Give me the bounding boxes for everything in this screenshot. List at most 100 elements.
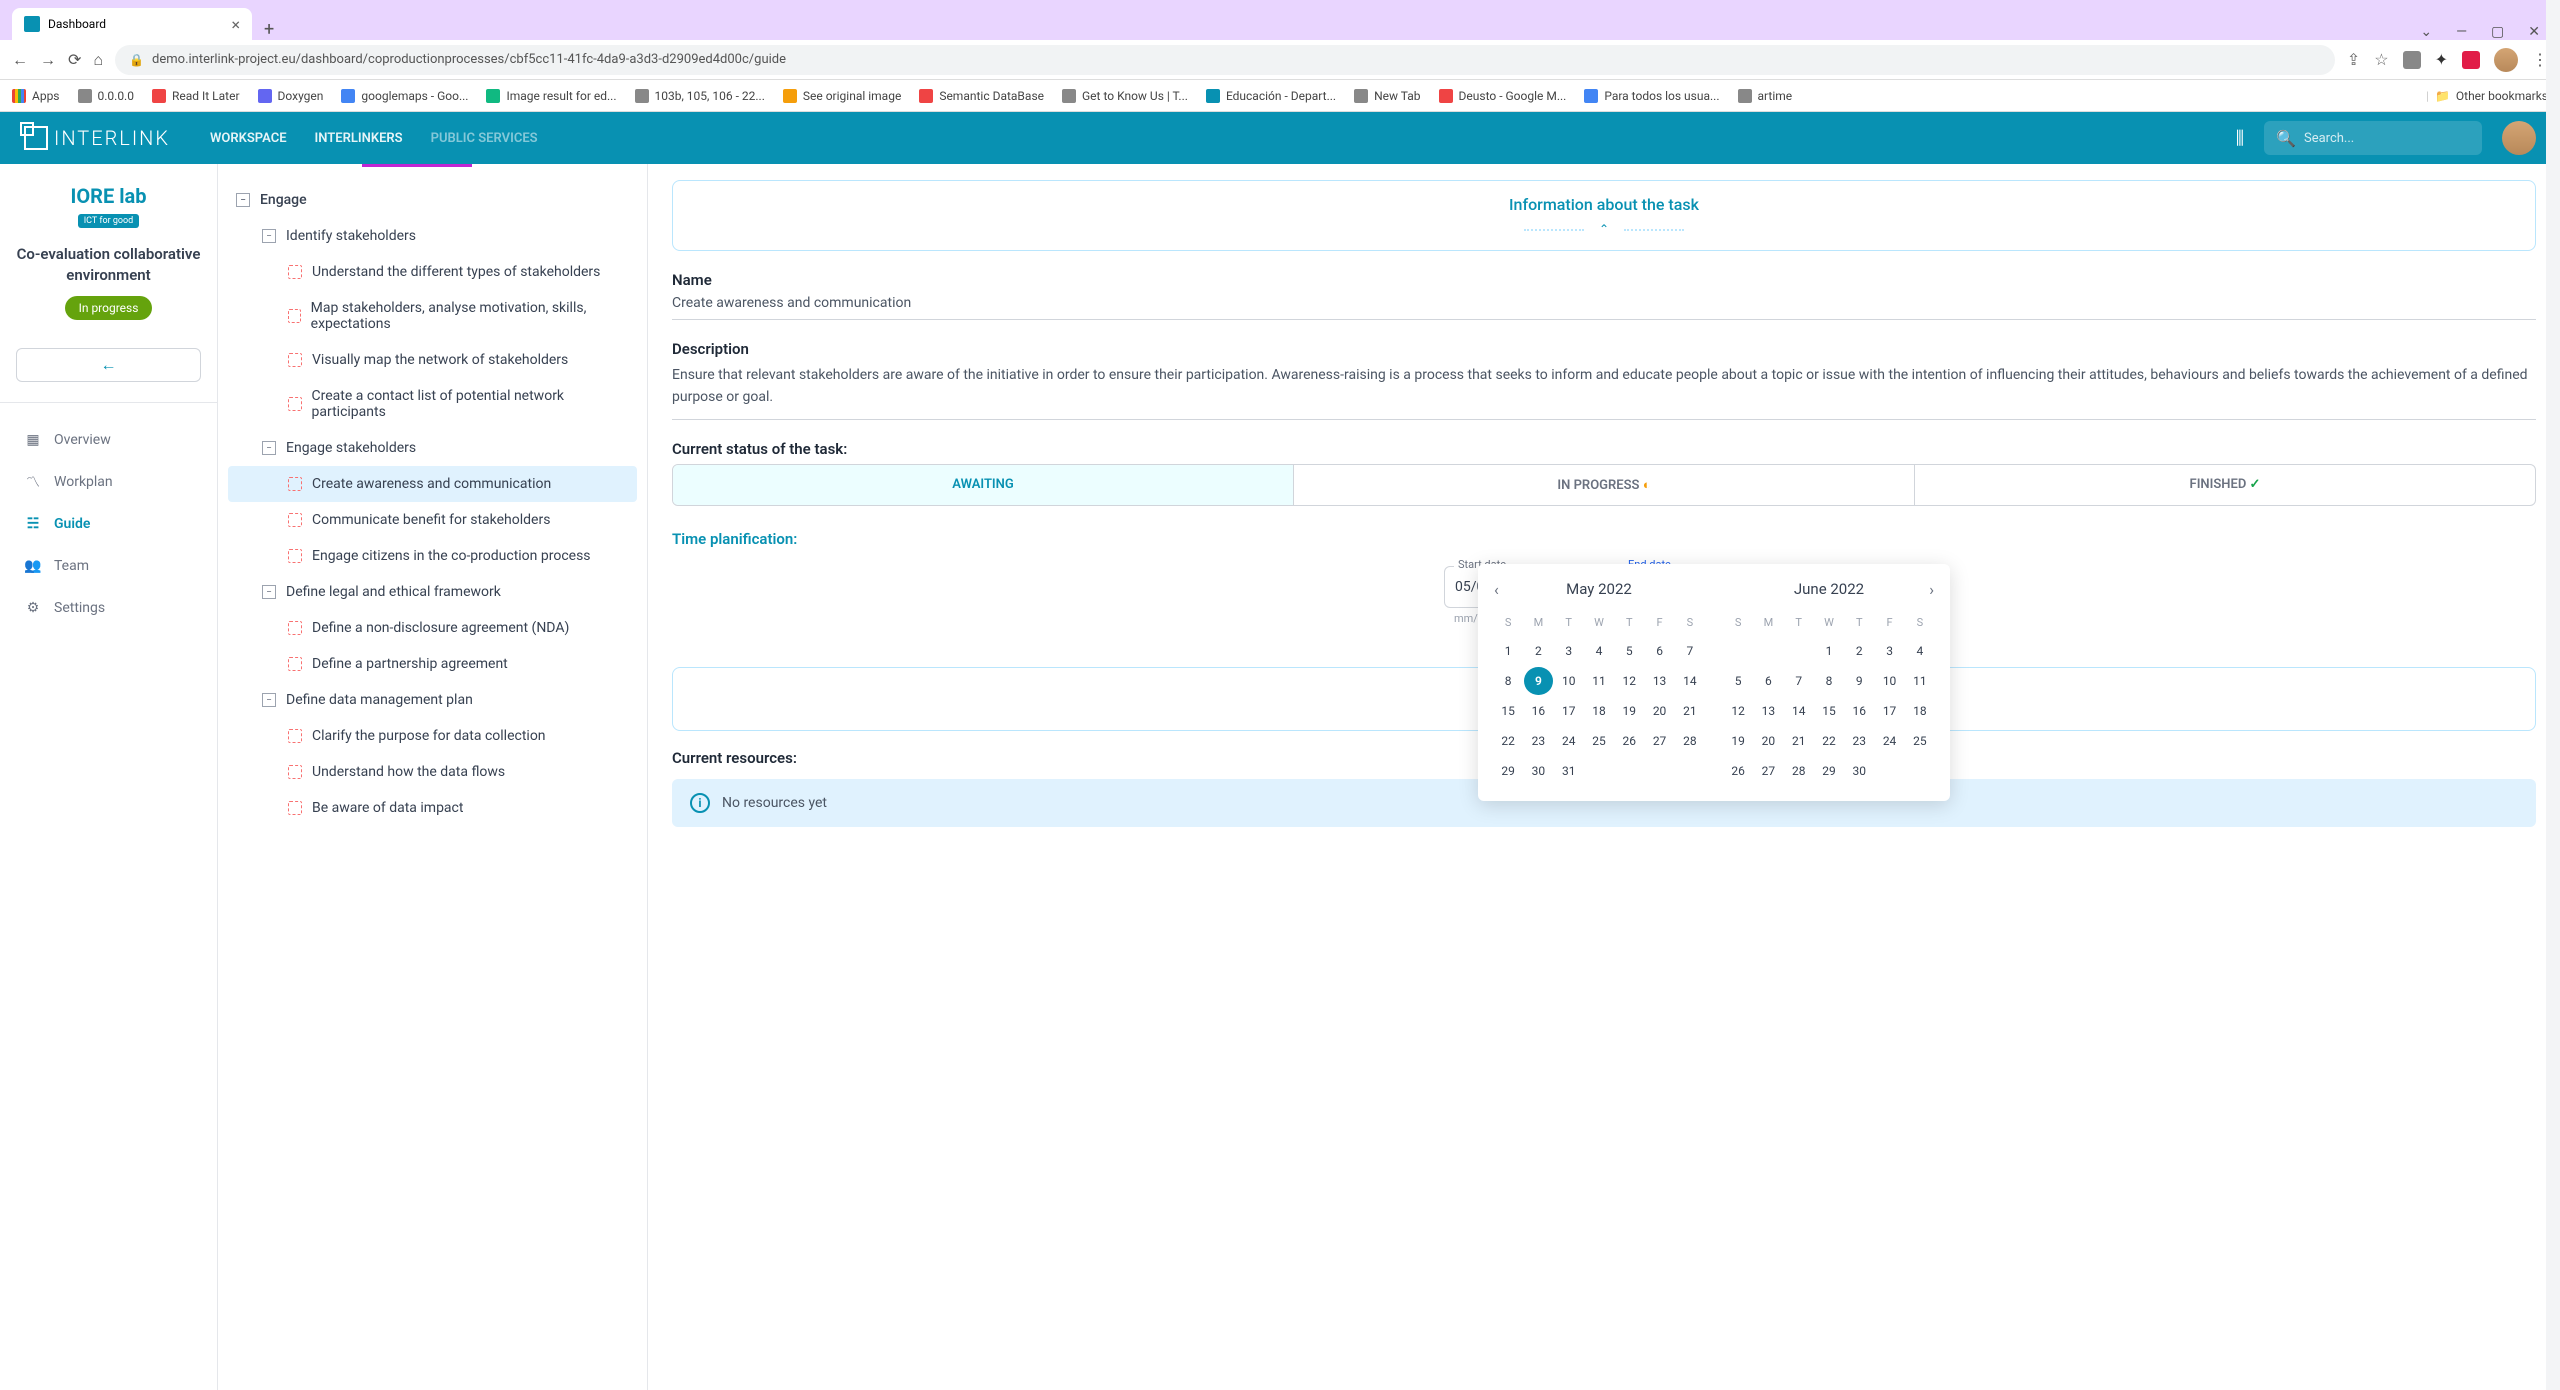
sidebar-item-settings[interactable]: ⚙Settings xyxy=(0,587,217,629)
calendar-day[interactable]: 14 xyxy=(1676,667,1704,695)
tree-item[interactable]: −Engage xyxy=(228,182,637,218)
tree-item[interactable]: −Identify stakeholders xyxy=(228,218,637,254)
calendar-day[interactable]: 7 xyxy=(1785,667,1813,695)
calendar-day[interactable]: 13 xyxy=(1754,697,1782,725)
status-awaiting[interactable]: AWAITING xyxy=(673,465,1294,505)
sidebar-item-team[interactable]: 👥Team xyxy=(0,545,217,587)
calendar-day[interactable]: 27 xyxy=(1754,757,1782,785)
bookmark-item[interactable]: artime xyxy=(1738,89,1793,103)
calendar-day[interactable]: 8 xyxy=(1815,667,1843,695)
collapse-icon[interactable]: − xyxy=(262,693,276,707)
tree-item[interactable]: −Engage stakeholders xyxy=(228,430,637,466)
tree-item[interactable]: Define a partnership agreement xyxy=(228,646,637,682)
calendar-day[interactable]: 18 xyxy=(1906,697,1934,725)
calendar-day[interactable]: 15 xyxy=(1494,697,1522,725)
calendar-day[interactable]: 27 xyxy=(1645,727,1673,755)
calendar-day[interactable]: 20 xyxy=(1754,727,1782,755)
calendar-day[interactable]: 11 xyxy=(1585,667,1613,695)
tree-item[interactable]: Understand the different types of stakeh… xyxy=(228,254,637,290)
calendar-day[interactable]: 6 xyxy=(1754,667,1782,695)
new-tab-button[interactable]: + xyxy=(252,19,286,40)
calendar-day[interactable]: 12 xyxy=(1724,697,1752,725)
profile-avatar-icon[interactable] xyxy=(2494,48,2518,72)
calendar-day[interactable]: 20 xyxy=(1645,697,1673,725)
tree-item[interactable]: Understand how the data flows xyxy=(228,754,637,790)
bookmark-item[interactable]: See original image xyxy=(783,89,901,103)
tree-item[interactable]: Create awareness and communication xyxy=(228,466,637,502)
collapse-icon[interactable]: − xyxy=(262,441,276,455)
calendar-day[interactable]: 11 xyxy=(1906,667,1934,695)
calendar-day[interactable]: 16 xyxy=(1845,697,1873,725)
url-bar[interactable]: 🔒 demo.interlink-project.eu/dashboard/co… xyxy=(115,45,2335,75)
calendar-day[interactable]: 1 xyxy=(1494,637,1522,665)
calendar-day[interactable]: 13 xyxy=(1645,667,1673,695)
bookmark-item[interactable]: Para todos los usua... xyxy=(1584,89,1719,103)
calendar-day[interactable]: 3 xyxy=(1555,637,1583,665)
calendar-day[interactable]: 30 xyxy=(1524,757,1552,785)
back-button[interactable]: ← xyxy=(16,348,201,382)
calendar-day[interactable]: 25 xyxy=(1585,727,1613,755)
bookmark-item[interactable]: Semantic DataBase xyxy=(919,89,1044,103)
calendar-day[interactable]: 19 xyxy=(1724,727,1752,755)
calendar-day[interactable]: 21 xyxy=(1785,727,1813,755)
calendar-day[interactable]: 23 xyxy=(1845,727,1873,755)
user-avatar[interactable] xyxy=(2502,121,2536,155)
calendar-day[interactable]: 12 xyxy=(1615,667,1643,695)
calendar-day[interactable]: 2 xyxy=(1845,637,1873,665)
collapse-icon[interactable]: − xyxy=(262,585,276,599)
sidebar-item-overview[interactable]: ▦Overview xyxy=(0,419,217,461)
calendar-day[interactable]: 24 xyxy=(1555,727,1583,755)
calendar-day[interactable]: 31 xyxy=(1555,757,1583,785)
bookmark-item[interactable]: New Tab xyxy=(1354,89,1420,103)
calendar-day[interactable]: 14 xyxy=(1785,697,1813,725)
puzzle-icon[interactable]: ✦ xyxy=(2435,50,2448,69)
calendar-day[interactable]: 16 xyxy=(1524,697,1552,725)
tree-item[interactable]: Clarify the purpose for data collection xyxy=(228,718,637,754)
bookmark-item[interactable]: Read It Later xyxy=(152,89,240,103)
collapse-icon[interactable]: − xyxy=(262,229,276,243)
bookmark-item[interactable]: googlemaps - Goo... xyxy=(341,89,468,103)
calendar-day[interactable]: 4 xyxy=(1906,637,1934,665)
sidebar-item-guide[interactable]: ☵Guide xyxy=(0,503,217,545)
calendar-day[interactable]: 22 xyxy=(1494,727,1522,755)
bookmark-item[interactable]: Deusto - Google M... xyxy=(1439,89,1567,103)
tree-item[interactable]: Communicate benefit for stakeholders xyxy=(228,502,637,538)
app-logo[interactable]: INTERLINK xyxy=(24,126,170,150)
tune-icon[interactable]: ⫼ xyxy=(2236,128,2244,149)
tree-item[interactable]: Visually map the network of stakeholders xyxy=(228,342,637,378)
calendar-day[interactable]: 26 xyxy=(1615,727,1643,755)
search-box[interactable]: 🔍 xyxy=(2264,121,2482,155)
calendar-day[interactable]: 17 xyxy=(1555,697,1583,725)
nav-public-services[interactable]: PUBLIC SERVICES xyxy=(431,131,538,146)
nav-interlinkers[interactable]: INTERLINKERS xyxy=(315,131,403,146)
calendar-day[interactable]: 28 xyxy=(1676,727,1704,755)
info-card[interactable]: Information about the task ⌃ xyxy=(672,180,2536,251)
calendar-day[interactable]: 30 xyxy=(1845,757,1873,785)
calendar-day[interactable]: 18 xyxy=(1585,697,1613,725)
calendar-day[interactable]: 26 xyxy=(1724,757,1752,785)
desc-value[interactable]: Ensure that relevant stakeholders are aw… xyxy=(672,364,2536,420)
bookmark-item[interactable]: Doxygen xyxy=(258,89,324,103)
calendar-day[interactable]: 21 xyxy=(1676,697,1704,725)
tree-item[interactable]: Engage citizens in the co-production pro… xyxy=(228,538,637,574)
calendar-day[interactable]: 5 xyxy=(1615,637,1643,665)
maximize-icon[interactable]: ▢ xyxy=(2491,24,2504,40)
calendar-day[interactable]: 9 xyxy=(1524,667,1552,695)
caret-down-icon[interactable]: ⌄ xyxy=(2420,24,2432,40)
tree-item[interactable]: Define a non-disclosure agreement (NDA) xyxy=(228,610,637,646)
tree-item[interactable]: −Define data management plan xyxy=(228,682,637,718)
calendar-day[interactable]: 25 xyxy=(1906,727,1934,755)
tree-item[interactable]: Create a contact list of potential netwo… xyxy=(228,378,637,430)
calendar-day[interactable]: 3 xyxy=(1875,637,1903,665)
minimize-icon[interactable]: — xyxy=(2456,24,2467,40)
extension-icon[interactable] xyxy=(2462,51,2480,69)
calendar-day[interactable]: 17 xyxy=(1875,697,1903,725)
status-finished[interactable]: FINISHED ✓ xyxy=(1915,465,2535,505)
nav-workspace[interactable]: WORKSPACE xyxy=(210,131,287,146)
search-input[interactable] xyxy=(2304,131,2470,146)
calendar-day[interactable]: 29 xyxy=(1494,757,1522,785)
apps-button[interactable]: Apps xyxy=(12,89,60,103)
calendar-day[interactable]: 7 xyxy=(1676,637,1704,665)
calendar-day[interactable]: 5 xyxy=(1724,667,1752,695)
bookmark-item[interactable]: 103b, 105, 106 - 22... xyxy=(635,89,765,103)
